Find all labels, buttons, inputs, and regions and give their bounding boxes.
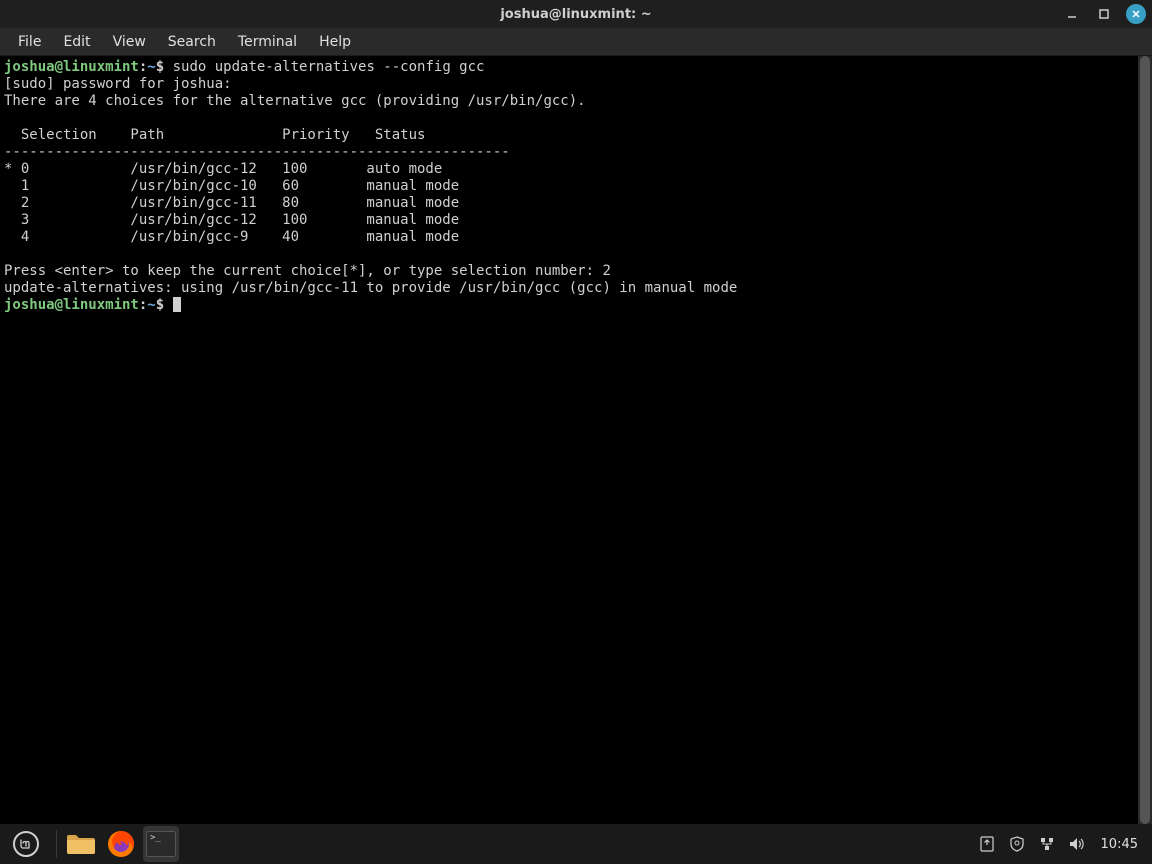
out-row-3: 3 /usr/bin/gcc-12 100 manual mode bbox=[4, 212, 459, 228]
menu-search[interactable]: Search bbox=[158, 30, 226, 54]
out-row-0: * 0 /usr/bin/gcc-12 100 auto mode bbox=[4, 161, 442, 177]
cmd-1: sudo update-alternatives --config gcc bbox=[173, 59, 485, 75]
firefox-icon bbox=[106, 829, 136, 859]
volume-tray-icon[interactable] bbox=[1069, 836, 1087, 852]
prompt-path-2: ~ bbox=[147, 297, 155, 313]
out-result: update-alternatives: using /usr/bin/gcc-… bbox=[4, 280, 737, 296]
start-menu-button[interactable] bbox=[0, 824, 52, 864]
minimize-button[interactable] bbox=[1062, 4, 1082, 24]
prompt-dollar: $ bbox=[156, 59, 173, 75]
out-sep: ----------------------------------------… bbox=[4, 144, 510, 160]
mint-logo-icon bbox=[13, 831, 39, 857]
titlebar[interactable]: joshua@linuxmint: ~ bbox=[0, 0, 1152, 28]
close-button[interactable] bbox=[1126, 4, 1146, 24]
clock[interactable]: 10:45 bbox=[1101, 837, 1138, 852]
firefox-launcher[interactable] bbox=[103, 826, 139, 862]
out-row-2: 2 /usr/bin/gcc-11 80 manual mode bbox=[4, 195, 459, 211]
menu-file[interactable]: File bbox=[8, 30, 51, 54]
terminal-taskbar-item[interactable] bbox=[143, 826, 179, 862]
terminal-output[interactable]: joshua@linuxmint:~$ sudo update-alternat… bbox=[0, 56, 1138, 824]
out-sudo: [sudo] password for joshua: bbox=[4, 76, 240, 92]
out-header: Selection Path Priority Status bbox=[4, 127, 425, 143]
menu-help[interactable]: Help bbox=[309, 30, 361, 54]
out-press: Press <enter> to keep the current choice… bbox=[4, 263, 611, 279]
maximize-button[interactable] bbox=[1094, 4, 1114, 24]
prompt-user-2: joshua@linuxmint bbox=[4, 297, 139, 313]
out-row-4: 4 /usr/bin/gcc-9 40 manual mode bbox=[4, 229, 459, 245]
scrollbar[interactable] bbox=[1138, 56, 1152, 824]
menu-view[interactable]: View bbox=[103, 30, 156, 54]
shield-tray-icon[interactable] bbox=[1009, 836, 1025, 852]
taskbar: 10:45 bbox=[0, 824, 1152, 864]
window-controls bbox=[1062, 4, 1146, 24]
menubar: File Edit View Search Terminal Help bbox=[0, 28, 1152, 56]
network-tray-icon[interactable] bbox=[1039, 836, 1055, 852]
scrollbar-thumb[interactable] bbox=[1140, 56, 1150, 824]
prompt-path: ~ bbox=[147, 59, 155, 75]
terminal-area[interactable]: joshua@linuxmint:~$ sudo update-alternat… bbox=[0, 56, 1152, 824]
updates-tray-icon[interactable] bbox=[979, 836, 995, 852]
menu-terminal[interactable]: Terminal bbox=[228, 30, 307, 54]
files-launcher[interactable] bbox=[63, 826, 99, 862]
out-choices: There are 4 choices for the alternative … bbox=[4, 93, 586, 109]
out-row-1: 1 /usr/bin/gcc-10 60 manual mode bbox=[4, 178, 459, 194]
system-tray: 10:45 bbox=[979, 824, 1152, 864]
window-title: joshua@linuxmint: ~ bbox=[0, 7, 1152, 22]
terminal-icon bbox=[146, 831, 176, 857]
prompt-user: joshua@linuxmint bbox=[4, 59, 139, 75]
terminal-window: joshua@linuxmint: ~ File Edit View Searc… bbox=[0, 0, 1152, 824]
cursor-icon bbox=[173, 297, 181, 312]
folder-icon bbox=[66, 832, 96, 856]
taskbar-separator bbox=[56, 830, 57, 858]
menu-edit[interactable]: Edit bbox=[53, 30, 100, 54]
